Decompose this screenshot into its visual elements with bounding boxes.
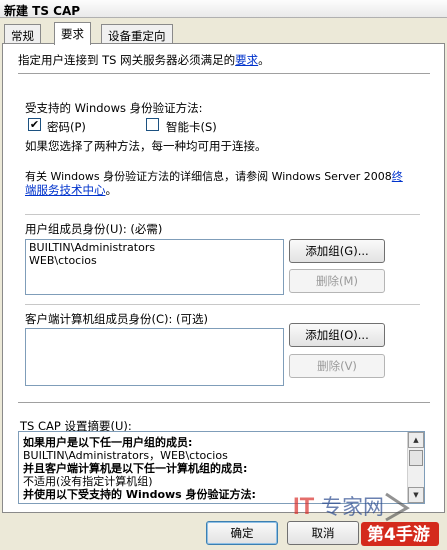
divider [18,73,430,74]
list-item[interactable]: WEB\ctocios [29,254,280,267]
auth-methods-heading: 受支持的 Windows 身份验证方法: [25,101,203,115]
requirements-panel: 指定用户连接到 TS 网关服务器必须满足的要求。 受支持的 Windows 身份… [2,43,445,513]
scroll-up-arrow-icon[interactable]: ▲ [408,432,424,448]
divider [25,214,420,215]
tab-requirements[interactable]: 要求 [54,22,91,45]
ok-button[interactable]: 确定 [206,521,278,545]
auth-note: 如果您选择了两种方法，每一种均可用于连接。 [25,139,267,153]
divider [18,402,430,403]
user-groups-listbox[interactable]: BUILTIN\Administrators WEB\ctocios [25,239,284,295]
tab-device-redirection[interactable]: 设备重定向 [101,24,173,44]
smartcard-label: 智能卡(S) [166,120,217,134]
user-groups-label: 用户组成员身份(U): (必需) [25,222,163,236]
dialog-window: 新建 TS CAP 常规 要求 设备重定向 指定用户连接到 TS 网关服务器必须… [0,0,447,550]
auth-info-line2: 端服务技术中心。 [25,183,117,197]
svg-text:专家网: 专家网 [321,495,384,519]
remove-computer-group-button[interactable]: 删除(V) [289,354,385,378]
svg-text:IT: IT [293,493,315,520]
password-label: 密码(P) [47,120,86,134]
password-checkbox[interactable]: ✔ [28,118,41,131]
tab-strip: 常规 要求 设备重定向 [2,22,442,45]
title-bar: 新建 TS CAP [0,0,447,18]
requirements-link[interactable]: 要求 [235,53,258,67]
divider [25,304,420,305]
summary-line: 并使用以下受支持的 Windows 身份验证方法: [23,488,256,501]
intro-text: 指定用户连接到 TS 网关服务器必须满足的要求。 [18,53,270,67]
client-groups-listbox[interactable] [25,328,284,386]
checkmark-icon: ✔ [29,118,40,131]
tab-general[interactable]: 常规 [4,24,41,44]
watermark-logo: IT 专家网 第4手游 [293,492,439,546]
tech-center-link[interactable]: 端服务技术中心 [25,183,106,197]
scroll-thumb[interactable] [409,450,423,466]
add-user-group-button[interactable]: 添加组(G)... [289,239,385,263]
smartcard-checkbox[interactable] [146,118,159,131]
list-item[interactable]: BUILTIN\Administrators [29,241,280,254]
remove-user-group-button[interactable]: 删除(M) [289,269,385,293]
svg-text:第4手游: 第4手游 [367,524,430,545]
window-title: 新建 TS CAP [4,4,81,18]
tech-center-link-part1[interactable]: 终 [392,170,403,183]
client-groups-label: 客户端计算机组成员身份(C): (可选) [25,312,209,326]
add-computer-group-button[interactable]: 添加组(O)... [289,323,385,347]
